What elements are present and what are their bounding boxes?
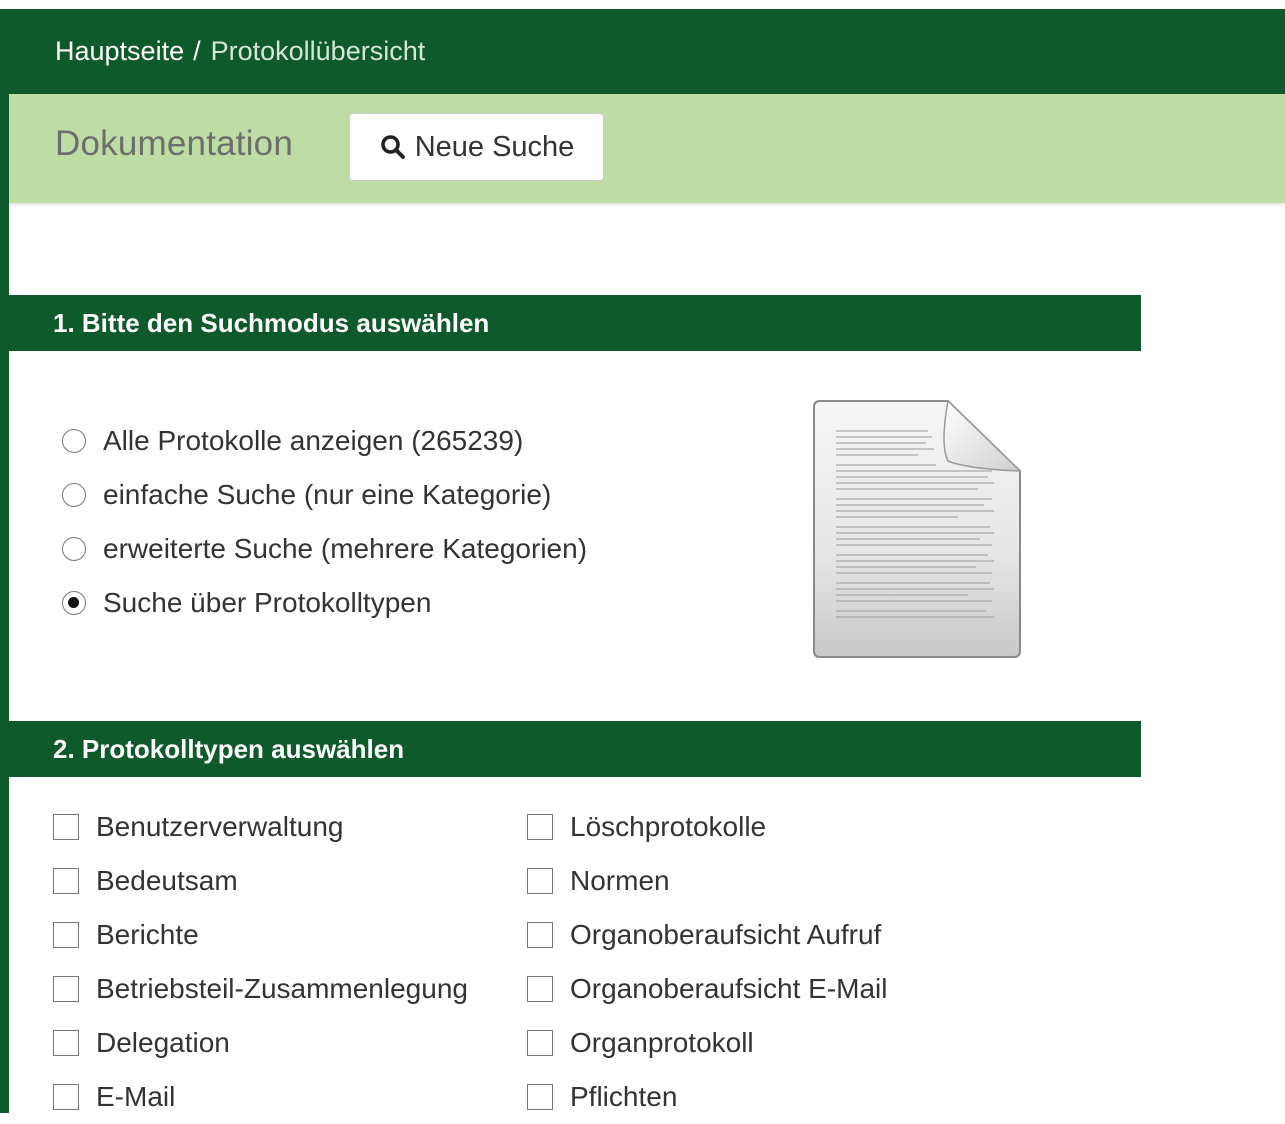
checkbox-item[interactable]: Löschprotokolle [527,800,887,854]
checkbox[interactable] [53,814,79,840]
checkbox-item[interactable]: Pflichten [527,1070,887,1124]
checkbox-label: Normen [570,865,670,896]
radio-label: einfache Suche (nur eine Kategorie) [103,479,552,510]
protocol-types-right-column: Löschprotokolle Normen Organoberaufsicht… [527,800,887,1124]
breadcrumb-bar: Hauptseite / Protokollübersicht [9,9,1285,94]
checkbox-label: E-Mail [96,1081,176,1112]
checkbox-item[interactable]: Normen [527,854,887,908]
checkbox[interactable] [53,922,79,948]
radio-option-all[interactable]: Alle Protokolle anzeigen (265239) [62,414,587,468]
checkbox-item[interactable]: Delegation [53,1016,468,1070]
page-title: Dokumentation [55,124,294,163]
checkbox-item[interactable]: Organoberaufsicht E-Mail [527,962,887,1016]
section-header-protocol-types: 2. Protokolltypen auswählen [9,721,1141,777]
checkbox[interactable] [53,976,79,1002]
checkbox-label: Bedeutsam [96,865,238,896]
radio-button[interactable] [62,429,86,453]
radio-option-protocol-types[interactable]: Suche über Protokolltypen [62,576,587,630]
checkbox-label: Pflichten [570,1081,678,1112]
page-toolbar: Dokumentation Neue Suche [9,94,1285,203]
checkbox-label: Benutzerverwaltung [96,811,344,842]
radio-option-simple[interactable]: einfache Suche (nur eine Kategorie) [62,468,587,522]
checkbox[interactable] [527,976,553,1002]
breadcrumb-separator: / [193,36,201,66]
checkbox[interactable] [527,814,553,840]
checkbox[interactable] [53,868,79,894]
new-search-button[interactable]: Neue Suche [349,113,604,181]
checkbox[interactable] [53,1084,79,1110]
checkbox[interactable] [527,1030,553,1056]
top-strip [0,0,1285,9]
checkbox-label: Betriebsteil-Zusammenlegung [96,973,468,1004]
breadcrumb: Hauptseite / Protokollübersicht [55,36,425,67]
search-mode-radio-group: Alle Protokolle anzeigen (265239) einfac… [62,414,587,630]
radio-button[interactable] [62,537,86,561]
new-search-label: Neue Suche [414,130,575,163]
checkbox[interactable] [53,1030,79,1056]
section-header-search-mode: 1. Bitte den Suchmodus auswählen [9,295,1141,351]
checkbox[interactable] [527,922,553,948]
checkbox-item[interactable]: Organprotokoll [527,1016,887,1070]
radio-option-advanced[interactable]: erweiterte Suche (mehrere Kategorien) [62,522,587,576]
radio-label: erweiterte Suche (mehrere Kategorien) [103,533,588,564]
left-border [0,9,9,1113]
document-icon [808,397,1028,668]
checkbox-item[interactable]: Benutzerverwaltung [53,800,468,854]
radio-button-selected[interactable] [62,591,86,615]
checkbox-label: Berichte [96,919,199,950]
search-icon [380,135,405,159]
radio-button[interactable] [62,483,86,507]
checkbox[interactable] [527,868,553,894]
protocol-types-left-column: Benutzerverwaltung Bedeutsam Berichte Be… [53,800,468,1124]
checkbox-label: Organoberaufsicht Aufruf [570,919,882,950]
radio-label: Alle Protokolle anzeigen (265239) [103,425,524,456]
checkbox-item[interactable]: Bedeutsam [53,854,468,908]
breadcrumb-home-link[interactable]: Hauptseite [55,36,184,67]
breadcrumb-current: Protokollübersicht [210,36,426,66]
checkbox-label: Organoberaufsicht E-Mail [570,973,888,1004]
checkbox-item[interactable]: Betriebsteil-Zusammenlegung [53,962,468,1016]
checkbox-label: Löschprotokolle [570,811,767,842]
checkbox-label: Delegation [96,1027,230,1058]
checkbox-item[interactable]: E-Mail [53,1070,468,1124]
checkbox-label: Organprotokoll [570,1027,754,1058]
checkbox-item[interactable]: Berichte [53,908,468,962]
checkbox-item[interactable]: Organoberaufsicht Aufruf [527,908,887,962]
checkbox[interactable] [527,1084,553,1110]
radio-label: Suche über Protokolltypen [103,587,432,618]
